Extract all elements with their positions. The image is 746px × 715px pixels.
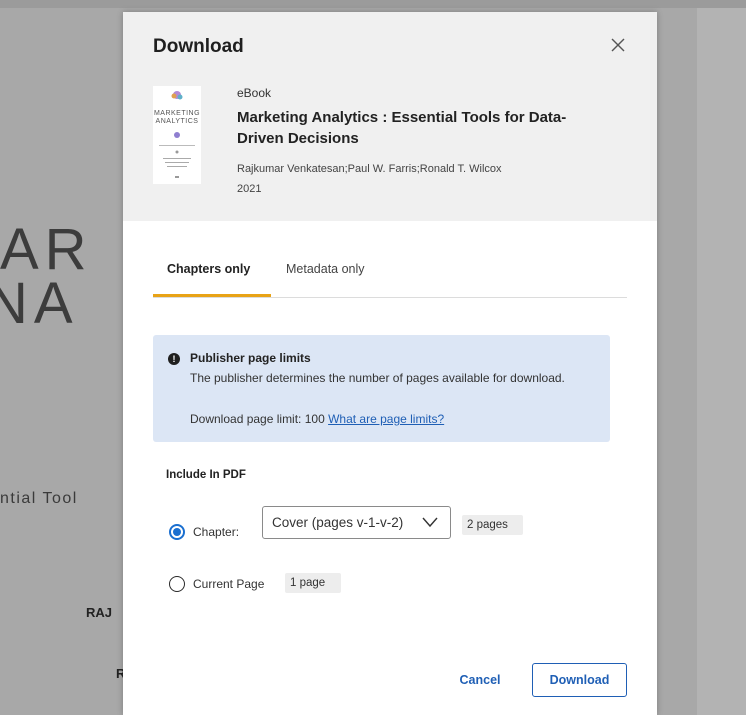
notice-body: The publisher determines the number of p… — [190, 371, 565, 385]
chevron-down-icon — [422, 517, 438, 528]
chapter-select[interactable]: Cover (pages v-1-v-2) — [262, 506, 451, 539]
book-cover: MARKETING ANALYTICS — [153, 86, 201, 184]
include-in-pdf-label: Include In PDF — [166, 469, 246, 481]
cover-word-2: ANALYTICS — [155, 118, 199, 125]
book-authors: Rajkumar Venkatesan;Paul W. Farris;Ronal… — [237, 163, 502, 175]
book-year: 2021 — [237, 183, 262, 195]
background-subtitle: ntial Tool — [0, 490, 78, 507]
cancel-button[interactable]: Cancel — [450, 669, 510, 691]
close-button[interactable] — [609, 36, 627, 54]
notice-limit-line: Download page limit: 100 What are page l… — [190, 412, 444, 426]
dialog-title: Download — [153, 36, 244, 57]
page-limit-notice: ! Publisher page limits The publisher de… — [153, 335, 610, 442]
tab-chapters-only[interactable]: Chapters only — [167, 262, 250, 276]
download-tabs: Chapters only Metadata only — [153, 254, 627, 298]
download-button[interactable]: Download — [532, 663, 627, 697]
notice-title: Publisher page limits — [190, 351, 311, 365]
current-page-radio[interactable] — [169, 576, 185, 592]
background-right-panel — [697, 8, 746, 715]
cover-graphic-icon — [159, 91, 195, 178]
book-type: eBook — [237, 86, 272, 100]
chapter-select-value: Cover (pages v-1-v-2) — [272, 515, 404, 530]
download-dialog: Download MARKETING ANALYTICS eBook Marke… — [123, 12, 657, 715]
current-page-count: 1 page — [285, 573, 341, 593]
background-author-1: RAJ — [86, 605, 113, 620]
chapter-page-count: 2 pages — [462, 515, 523, 535]
book-title: Marketing Analytics : Essential Tools fo… — [237, 109, 567, 147]
chapter-radio[interactable] — [169, 524, 185, 540]
dialog-header: Download MARKETING ANALYTICS eBook Marke… — [123, 12, 657, 221]
chapter-radio-label: Chapter: — [193, 525, 240, 539]
current-page-radio-label: Current Page — [193, 577, 265, 591]
active-tab-indicator — [153, 294, 271, 297]
page-limit-text: Download page limit: 100 — [190, 412, 325, 426]
background-title-line-2: NA — [0, 271, 79, 336]
page-limits-link[interactable]: What are page limits? — [328, 412, 444, 426]
exclamation-icon: ! — [168, 353, 180, 365]
close-icon — [611, 38, 625, 52]
cover-word-1: MARKETING — [153, 110, 201, 117]
tab-metadata-only[interactable]: Metadata only — [286, 262, 365, 276]
